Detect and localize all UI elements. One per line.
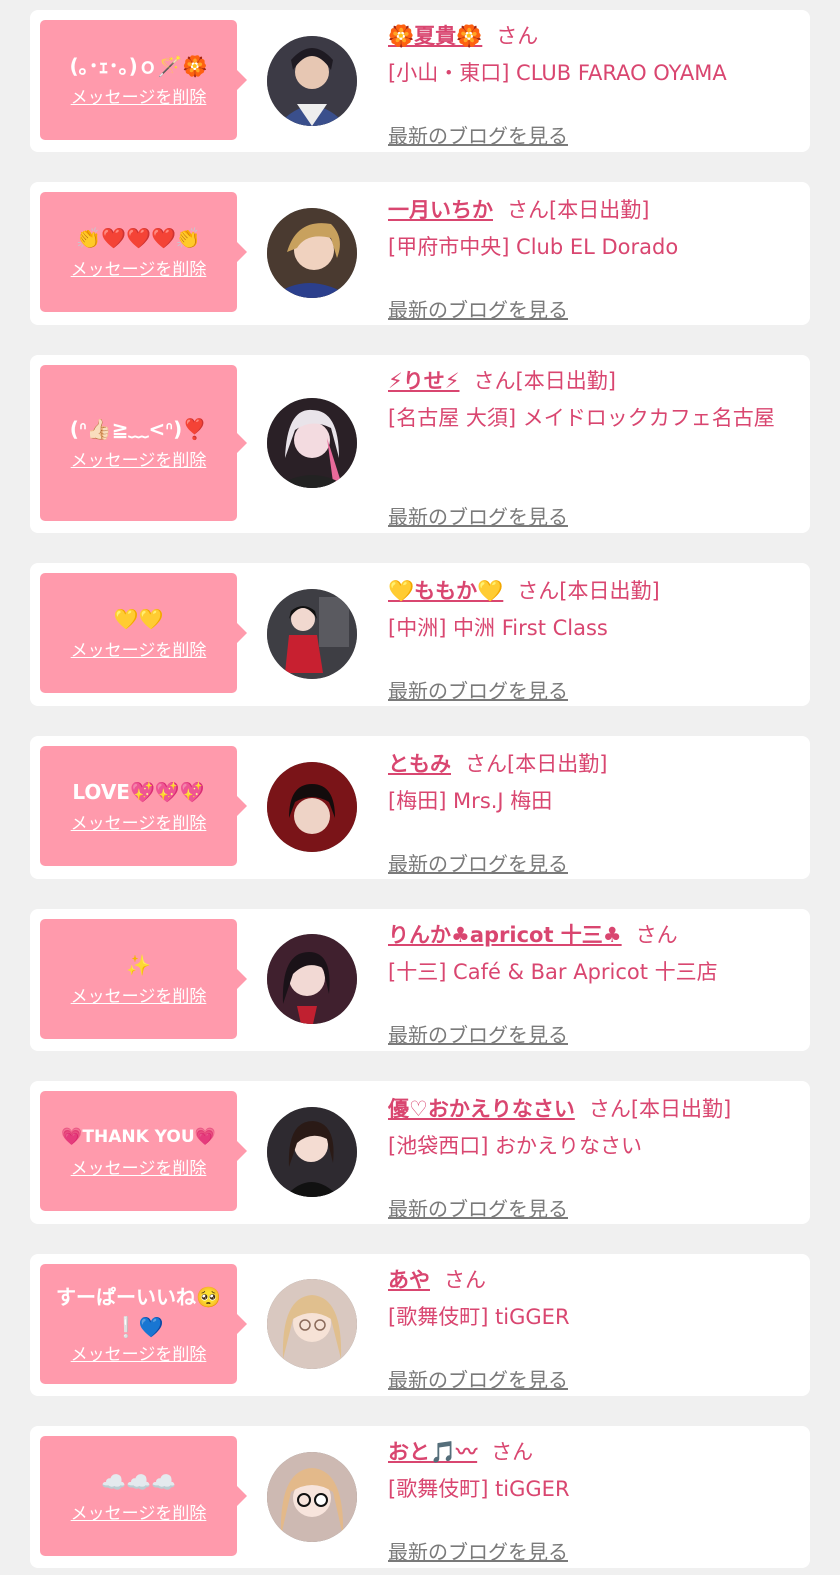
cast-info: 優♡おかえりなさい さん[本日出勤] [池袋西口] おかえりなさい 最新のブログを… xyxy=(388,1095,800,1221)
message-card: LOVE💖💖💖 メッセージを削除 ともみ さん[本日出勤] [梅田] Mrs.J … xyxy=(30,736,810,879)
latest-blog-link[interactable]: 最新のブログを見る xyxy=(388,1364,568,1393)
cast-info: おと🎵〰 さん [歌舞伎町] tiGGER 最新のブログを見る xyxy=(388,1438,800,1564)
shift-badge: [本日出勤] xyxy=(515,369,616,393)
message-list: (｡･ｪ･｡)ｏ🪄🏵️ メッセージを削除 🏵️夏貴🏵️ さん [小山・東口] CL… xyxy=(0,0,840,1575)
latest-blog-link[interactable]: 最新のブログを見る xyxy=(388,848,568,877)
shop-name: [歌舞伎町] tiGGER xyxy=(388,1477,570,1501)
avatar[interactable] xyxy=(267,208,357,298)
avatar[interactable] xyxy=(267,398,357,488)
message-bubble: LOVE💖💖💖 メッセージを削除 xyxy=(40,746,247,866)
san-suffix: さん xyxy=(444,1268,486,1292)
message-bubble: (ᐢ👍🏻≧﹏<ᐢ)❣️ メッセージを削除 xyxy=(40,365,247,521)
cast-name-link[interactable]: おと🎵〰 xyxy=(388,1440,477,1464)
latest-blog-link[interactable]: 最新のブログを見る xyxy=(388,294,568,323)
message-text: (ᐢ👍🏻≧﹏<ᐢ)❣️ xyxy=(69,417,208,441)
latest-blog-link[interactable]: 最新のブログを見る xyxy=(388,501,568,530)
message-card: (ᐢ👍🏻≧﹏<ᐢ)❣️ メッセージを削除 ⚡りせ⚡ さん[本日出勤] [名古屋 大… xyxy=(30,355,810,533)
delete-message-link[interactable]: メッセージを削除 xyxy=(71,1503,207,1525)
cast-info: 🏵️夏貴🏵️ さん [小山・東口] CLUB FARAO OYAMA 最新のブログ… xyxy=(388,22,800,148)
message-card: 👏❤️❤️❤️👏 メッセージを削除 一月いちか さん[本日出勤] [甲府市中央] … xyxy=(30,182,810,325)
message-card: (｡･ｪ･｡)ｏ🪄🏵️ メッセージを削除 🏵️夏貴🏵️ さん [小山・東口] CL… xyxy=(30,10,810,152)
shop-name: [池袋西口] おかえりなさい xyxy=(388,1134,643,1158)
shop-name: [中洲] 中洲 First Class xyxy=(388,616,608,640)
message-bubble: ☁️☁️☁️ メッセージを削除 xyxy=(40,1436,247,1556)
cast-name-link[interactable]: りんか♣apricot 十三♣ xyxy=(388,923,622,947)
cast-info: ともみ さん[本日出勤] [梅田] Mrs.J 梅田 最新のブログを見る xyxy=(388,750,800,876)
avatar[interactable] xyxy=(267,934,357,1024)
message-text: LOVE💖💖💖 xyxy=(72,780,205,804)
message-text: 💛💛 xyxy=(113,607,164,631)
shop-name: [十三] Café & Bar Apricot 十三店 xyxy=(388,960,718,984)
delete-message-link[interactable]: メッセージを削除 xyxy=(71,640,207,662)
delete-message-link[interactable]: メッセージを削除 xyxy=(71,450,207,472)
san-suffix: さん xyxy=(517,579,560,603)
shop-name: [梅田] Mrs.J 梅田 xyxy=(388,789,553,813)
shop-name: [小山・東口] CLUB FARAO OYAMA xyxy=(388,61,727,85)
avatar[interactable] xyxy=(267,1107,357,1197)
message-card: ☁️☁️☁️ メッセージを削除 おと🎵〰 さん [歌舞伎町] tiGGER 最新の… xyxy=(30,1426,810,1568)
message-text: 👏❤️❤️❤️👏 xyxy=(76,226,201,250)
latest-blog-link[interactable]: 最新のブログを見る xyxy=(388,1536,568,1565)
cast-name-link[interactable]: 💛ももか💛 xyxy=(388,579,503,603)
cast-name-link[interactable]: あや xyxy=(388,1268,430,1292)
delete-message-link[interactable]: メッセージを削除 xyxy=(71,259,207,281)
latest-blog-link[interactable]: 最新のブログを見る xyxy=(388,1019,568,1048)
cast-info: 一月いちか さん[本日出勤] [甲府市中央] Club EL Dorado 最新の… xyxy=(388,196,800,322)
message-text: すーぱーいいね🥺❕💙 xyxy=(56,1285,221,1339)
avatar[interactable] xyxy=(267,589,357,679)
message-bubble: (｡･ｪ･｡)ｏ🪄🏵️ メッセージを削除 xyxy=(40,20,247,140)
message-text: 💗THANK YOU💗 xyxy=(61,1127,216,1147)
cast-name-link[interactable]: 優♡おかえりなさい xyxy=(388,1097,575,1121)
message-card: すーぱーいいね🥺❕💙 メッセージを削除 あや さん [歌舞伎町] tiGGER 最… xyxy=(30,1254,810,1396)
latest-blog-link[interactable]: 最新のブログを見る xyxy=(388,120,568,149)
cast-info: あや さん [歌舞伎町] tiGGER 最新のブログを見る xyxy=(388,1266,800,1392)
san-suffix: さん xyxy=(507,198,549,222)
message-bubble: 👏❤️❤️❤️👏 メッセージを削除 xyxy=(40,192,247,312)
shift-badge: [本日出勤] xyxy=(630,1097,732,1121)
message-bubble: すーぱーいいね🥺❕💙 メッセージを削除 xyxy=(40,1264,247,1384)
san-suffix: さん xyxy=(588,1097,631,1121)
message-card: 💗THANK YOU💗 メッセージを削除 優♡おかえりなさい さん[本日出勤] [… xyxy=(30,1081,810,1224)
message-text: ☁️☁️☁️ xyxy=(101,1470,176,1494)
delete-message-link[interactable]: メッセージを削除 xyxy=(71,813,207,835)
message-card: 💛💛 メッセージを削除 💛ももか💛 さん[本日出勤] [中洲] 中洲 First … xyxy=(30,563,810,706)
message-bubble: ✨ メッセージを削除 xyxy=(40,919,247,1039)
delete-message-link[interactable]: メッセージを削除 xyxy=(71,1344,207,1366)
shift-badge: [本日出勤] xyxy=(507,752,608,776)
cast-info: 💛ももか💛 さん[本日出勤] [中洲] 中洲 First Class 最新のブログ… xyxy=(388,577,800,703)
message-card: ✨ メッセージを削除 りんか♣apricot 十三♣ さん [十三] Café &… xyxy=(30,909,810,1051)
latest-blog-link[interactable]: 最新のブログを見る xyxy=(388,1193,568,1222)
san-suffix: さん xyxy=(465,752,507,776)
delete-message-link[interactable]: メッセージを削除 xyxy=(71,87,207,109)
message-text: ✨ xyxy=(126,953,151,977)
cast-name-link[interactable]: 一月いちか xyxy=(388,198,493,222)
avatar[interactable] xyxy=(267,1279,357,1369)
san-suffix: さん xyxy=(491,1440,534,1464)
delete-message-link[interactable]: メッセージを削除 xyxy=(71,986,207,1008)
shop-name: [名古屋 大須] メイドロックカフェ名古屋 xyxy=(388,406,775,430)
cast-name-link[interactable]: ⚡りせ⚡ xyxy=(388,369,460,393)
san-suffix: さん xyxy=(473,369,516,393)
shop-name: [歌舞伎町] tiGGER xyxy=(388,1305,570,1329)
cast-name-link[interactable]: 🏵️夏貴🏵️ xyxy=(388,24,482,48)
cast-info: ⚡りせ⚡ さん[本日出勤] [名古屋 大須] メイドロックカフェ名古屋 最新のブロ… xyxy=(388,367,800,529)
cast-name-link[interactable]: ともみ xyxy=(388,752,451,776)
avatar[interactable] xyxy=(267,762,357,852)
message-bubble: 💛💛 メッセージを削除 xyxy=(40,573,247,693)
san-suffix: さん xyxy=(635,923,678,947)
message-text: (｡･ｪ･｡)ｏ🪄🏵️ xyxy=(69,54,208,78)
message-bubble: 💗THANK YOU💗 メッセージを削除 xyxy=(40,1091,247,1211)
cast-info: りんか♣apricot 十三♣ さん [十三] Café & Bar Aprico… xyxy=(388,921,800,1047)
delete-message-link[interactable]: メッセージを削除 xyxy=(71,1158,207,1180)
latest-blog-link[interactable]: 最新のブログを見る xyxy=(388,675,568,704)
shift-badge: [本日出勤] xyxy=(559,579,660,603)
san-suffix: さん xyxy=(496,24,539,48)
shop-name: [甲府市中央] Club EL Dorado xyxy=(388,235,679,259)
shift-badge: [本日出勤] xyxy=(549,198,650,222)
avatar[interactable] xyxy=(267,1452,357,1542)
avatar[interactable] xyxy=(267,36,357,126)
